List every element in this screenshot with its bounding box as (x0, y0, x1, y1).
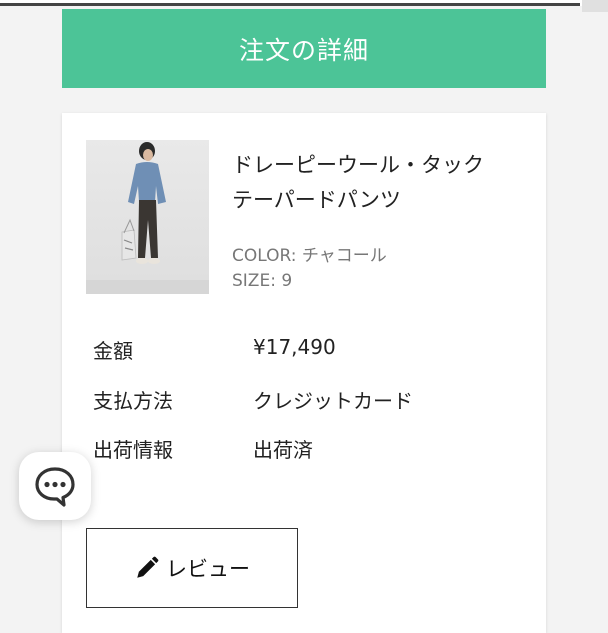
detail-row-amount: 金額 ¥17,490 (93, 335, 533, 365)
review-button-label: レビュー (166, 557, 250, 581)
product-photo-figure (86, 142, 209, 294)
detail-value: ¥17,490 (253, 335, 336, 359)
page-header: 注文の詳細 (62, 9, 546, 88)
detail-row-payment: 支払方法 クレジットカード (93, 385, 533, 415)
product-color: COLOR: チャコール (232, 246, 387, 266)
chat-button[interactable] (19, 452, 91, 520)
product-name-line-2: テーパードパンツ (232, 188, 401, 212)
review-button[interactable]: レビュー (86, 528, 298, 608)
detail-label: 金額 (93, 339, 133, 363)
detail-label: 出荷情報 (93, 438, 173, 462)
order-detail-card: ドレーピーウール・タック テーパードパンツ COLOR: チャコール SIZE:… (62, 113, 546, 633)
product-name[interactable]: ドレーピーウール・タック テーパードパンツ (232, 148, 532, 218)
pencil-icon (137, 556, 159, 578)
top-corner (582, 0, 608, 12)
chat-icon (35, 467, 75, 507)
detail-value: クレジットカード (253, 389, 413, 413)
top-divider (0, 3, 580, 6)
detail-value: 出荷済 (253, 438, 313, 462)
product-size: SIZE: 9 (232, 271, 293, 291)
detail-label: 支払方法 (93, 389, 173, 413)
top-strip (0, 0, 608, 12)
product-name-line-1: ドレーピーウール・タック (232, 153, 484, 177)
detail-row-shipping: 出荷情報 出荷済 (93, 434, 533, 464)
product-image[interactable] (86, 140, 209, 294)
page-title: 注文の詳細 (238, 35, 369, 65)
